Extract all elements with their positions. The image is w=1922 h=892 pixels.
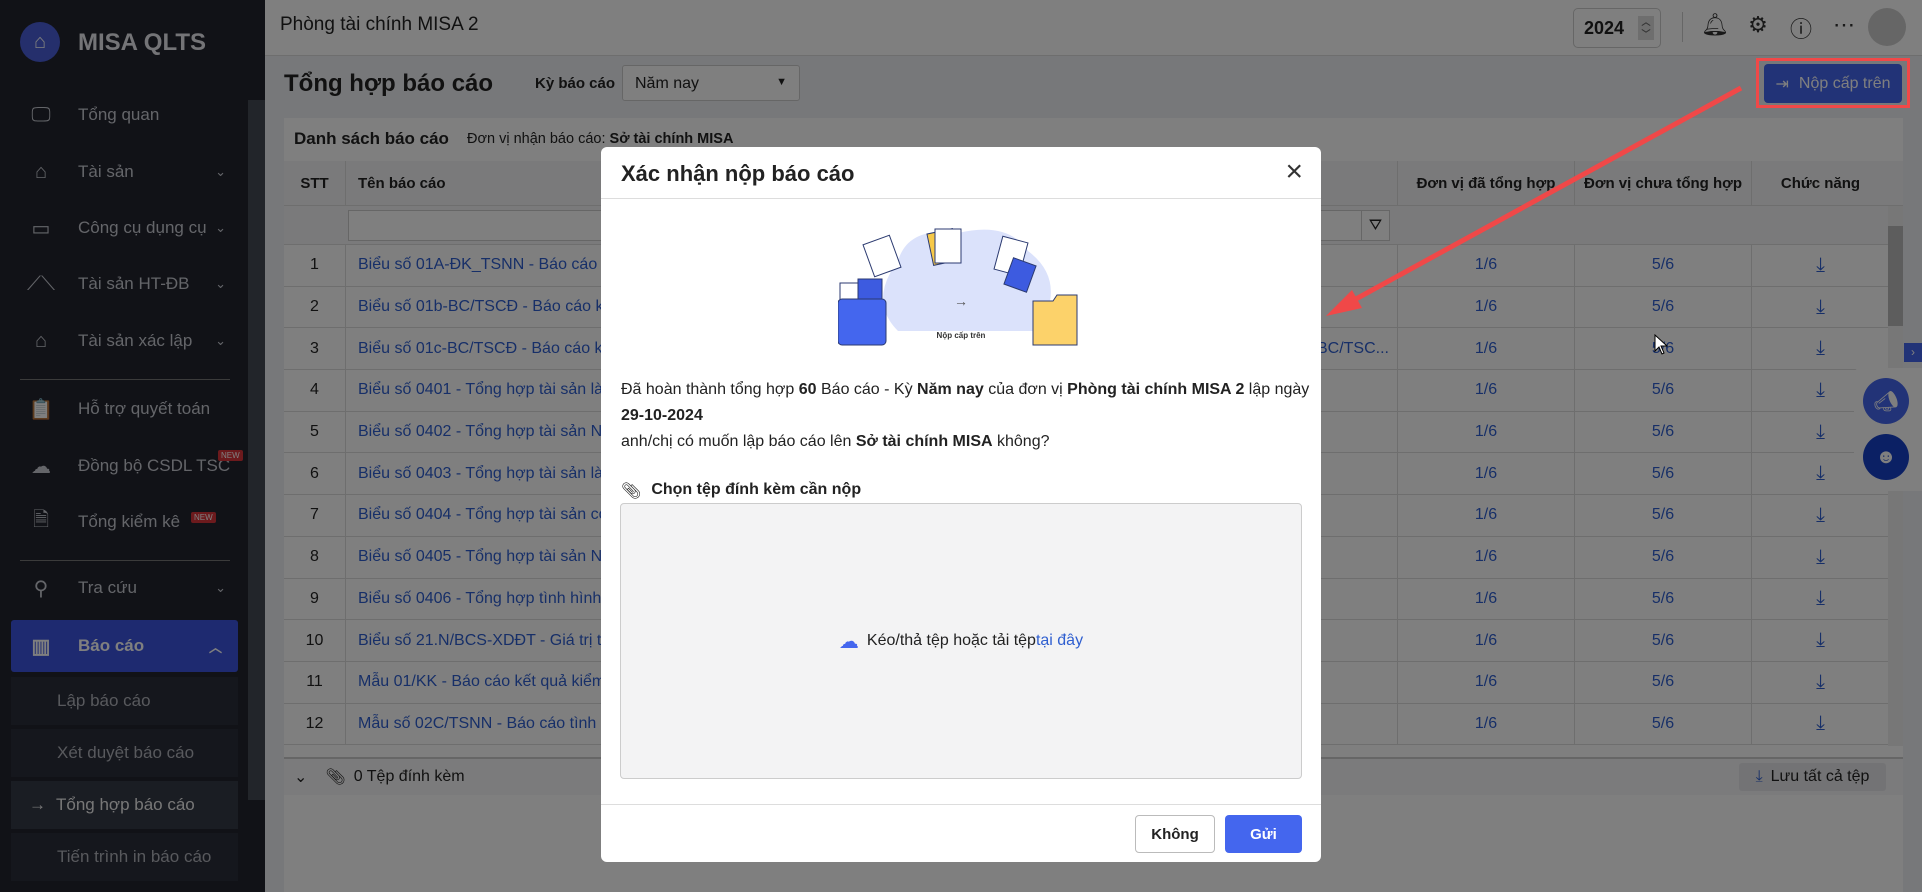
cloud-upload-icon: ☁ (838, 630, 859, 653)
dialog-message: Đã hoàn thành tổng hợp 60 Báo cáo - Kỳ N… (621, 377, 1311, 455)
drop-text: Kéo/thả tệp hoặc tải tệp (866, 632, 1036, 649)
illustration-caption: Nộp cấp trên (936, 331, 986, 340)
receiver-name: Sở tài chính MISA (855, 433, 993, 450)
msg-text: không? (992, 433, 1050, 450)
svg-text:→: → (954, 293, 968, 309)
divider (601, 804, 1321, 805)
msg-text: Đã hoàn thành tổng hợp (621, 381, 799, 398)
report-count: 60 (798, 381, 817, 398)
divider (601, 198, 1321, 199)
upload-link[interactable]: tại đây (1036, 632, 1083, 650)
dialog-title: Xác nhận nộp báo cáo (621, 161, 855, 186)
period: Năm nay (917, 381, 984, 398)
msg-text: Báo cáo - Kỳ (816, 381, 918, 398)
paperclip-icon: 📎︎ (621, 483, 642, 500)
msg-text: của đơn vị (983, 381, 1068, 398)
send-button[interactable]: Gửi (1225, 815, 1302, 853)
cancel-button[interactable]: Không (1135, 815, 1215, 853)
mouse-cursor-icon (1654, 334, 1669, 355)
annotation-highlight-box (1756, 58, 1910, 108)
msg-text: lập ngày (1244, 381, 1310, 398)
file-drop-zone[interactable]: ☁ Kéo/thả tệp hoặc tải tệp tại đây (620, 503, 1302, 779)
submit-illustration: → (838, 228, 1078, 346)
attach-label: 📎︎ Chọn tệp đính kèm cần nộp (621, 481, 861, 501)
confirm-submit-dialog: Xác nhận nộp báo cáo × → Nộp cấp trên Đã… (601, 147, 1321, 862)
unit-name: Phòng tài chính MISA 2 (1067, 381, 1245, 398)
date: 29-10-2024 (621, 407, 703, 424)
label: Chọn tệp đính kèm cần nộp (651, 481, 862, 498)
close-icon[interactable]: × (1285, 155, 1303, 189)
msg-text: anh/chị có muốn lập báo cáo lên (621, 433, 856, 450)
